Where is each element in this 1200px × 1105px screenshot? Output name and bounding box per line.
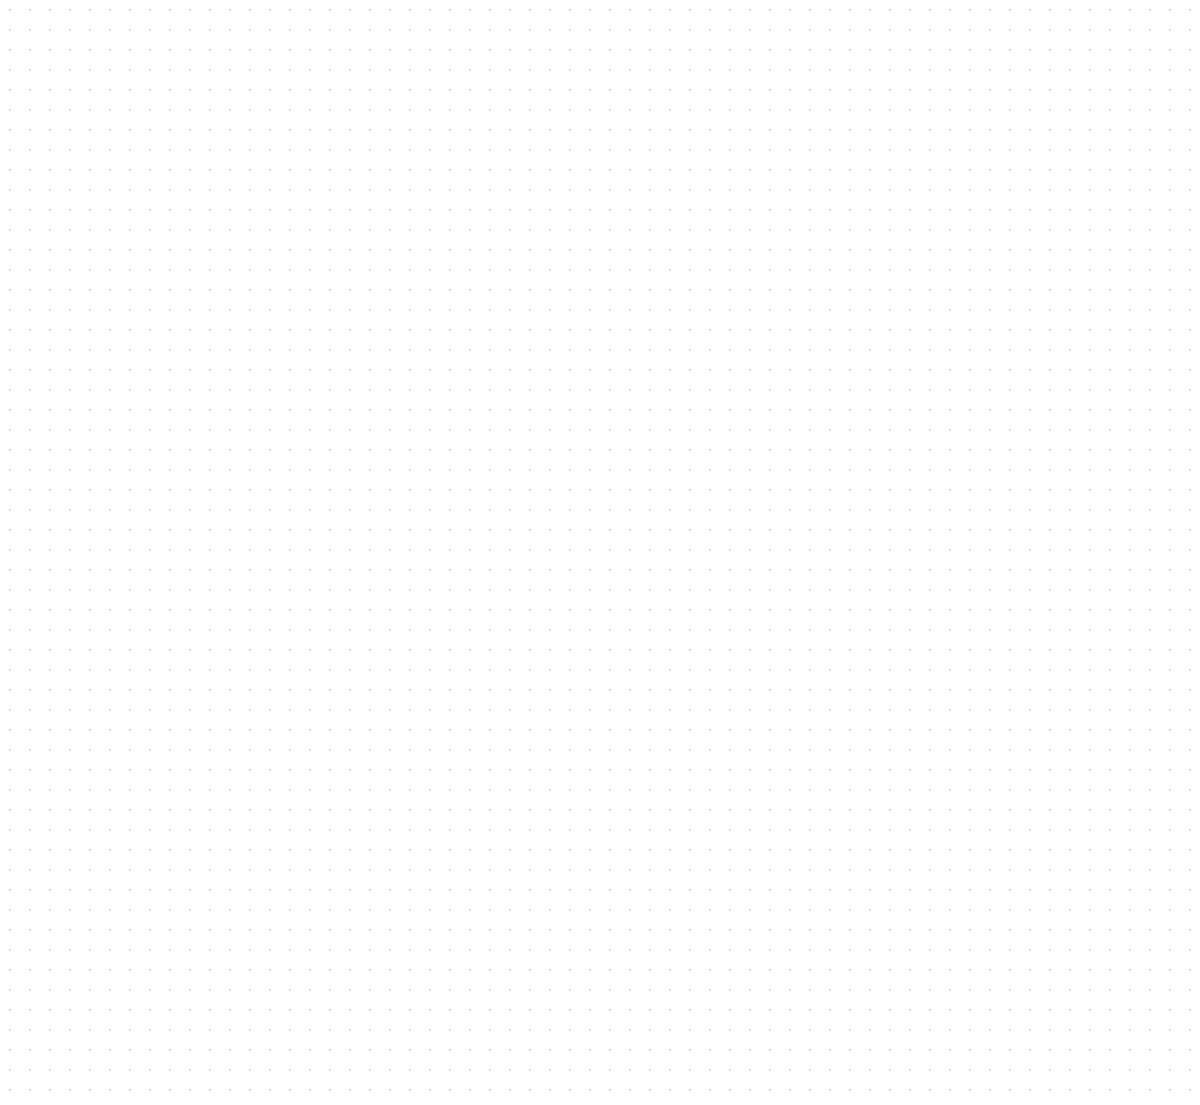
grid-background: [0, 0, 1200, 1105]
circuit-canvas[interactable]: [0, 0, 1200, 1105]
